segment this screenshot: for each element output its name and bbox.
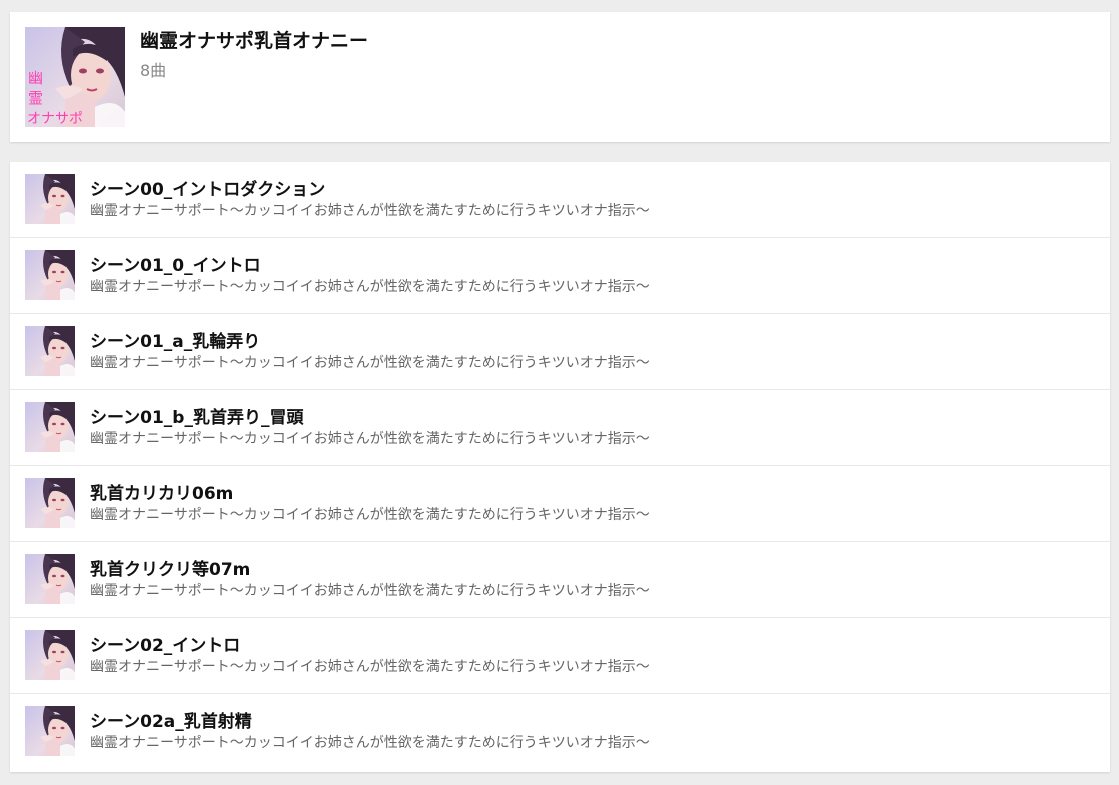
track-row[interactable]: シーン02_イントロ 幽霊オナニーサポート〜カッコイイお姉さんが性欲を満たすため…	[10, 618, 1110, 694]
track-count: 8曲	[140, 61, 167, 80]
track-subtitle: 幽霊オナニーサポート〜カッコイイお姉さんが性欲を満たすために行うキツいオナ指示〜	[90, 431, 650, 447]
track-thumbnail	[25, 250, 75, 300]
svg-text:幽: 幽	[28, 69, 43, 87]
track-subtitle: 幽霊オナニーサポート〜カッコイイお姉さんが性欲を満たすために行うキツいオナ指示〜	[90, 735, 650, 751]
track-thumbnail	[25, 402, 75, 452]
track-thumbnail	[25, 630, 75, 680]
album-header: 幽 霊 オナサポ 幽霊オナサポ乳首オナニー 8曲	[10, 12, 1110, 142]
track-thumbnail	[25, 326, 75, 376]
track-subtitle: 幽霊オナニーサポート〜カッコイイお姉さんが性欲を満たすために行うキツいオナ指示〜	[90, 355, 650, 371]
track-row[interactable]: シーン02a_乳首射精 幽霊オナニーサポート〜カッコイイお姉さんが性欲を満たすた…	[10, 694, 1110, 770]
track-title: 乳首カリカリ06m	[90, 484, 234, 504]
track-subtitle: 幽霊オナニーサポート〜カッコイイお姉さんが性欲を満たすために行うキツいオナ指示〜	[90, 279, 650, 295]
track-row[interactable]: シーン01_b_乳首弄り_冒頭 幽霊オナニーサポート〜カッコイイお姉さんが性欲を…	[10, 390, 1110, 466]
track-row[interactable]: シーン01_a_乳輪弄り 幽霊オナニーサポート〜カッコイイお姉さんが性欲を満たす…	[10, 314, 1110, 390]
track-title: シーン01_b_乳首弄り_冒頭	[90, 408, 304, 428]
svg-text:霊: 霊	[28, 89, 43, 107]
track-title: シーン02_イントロ	[90, 636, 241, 656]
svg-text:オナサポ: オナサポ	[27, 111, 83, 127]
track-title: シーン02a_乳首射精	[90, 712, 252, 732]
track-title: シーン00_イントロダクション	[90, 180, 326, 200]
track-row[interactable]: シーン01_0_イントロ 幽霊オナニーサポート〜カッコイイお姉さんが性欲を満たす…	[10, 238, 1110, 314]
track-thumbnail	[25, 174, 75, 224]
album-title: 幽霊オナサポ乳首オナニー	[140, 30, 369, 52]
track-row[interactable]: 乳首カリカリ06m 幽霊オナニーサポート〜カッコイイお姉さんが性欲を満たすために…	[10, 466, 1110, 542]
track-subtitle: 幽霊オナニーサポート〜カッコイイお姉さんが性欲を満たすために行うキツいオナ指示〜	[90, 203, 650, 219]
track-title: シーン01_a_乳輪弄り	[90, 332, 261, 352]
track-list: シーン00_イントロダクション 幽霊オナニーサポート〜カッコイイお姉さんが性欲を…	[10, 162, 1110, 772]
track-row[interactable]: 乳首クリクリ等07m 幽霊オナニーサポート〜カッコイイお姉さんが性欲を満たすため…	[10, 542, 1110, 618]
album-cover-image[interactable]: 幽 霊 オナサポ	[25, 27, 125, 127]
track-thumbnail	[25, 478, 75, 528]
track-title: 乳首クリクリ等07m	[90, 560, 251, 580]
track-subtitle: 幽霊オナニーサポート〜カッコイイお姉さんが性欲を満たすために行うキツいオナ指示〜	[90, 659, 650, 675]
track-title: シーン01_0_イントロ	[90, 256, 261, 276]
track-thumbnail	[25, 554, 75, 604]
track-subtitle: 幽霊オナニーサポート〜カッコイイお姉さんが性欲を満たすために行うキツいオナ指示〜	[90, 583, 650, 599]
track-thumbnail	[25, 706, 75, 756]
track-subtitle: 幽霊オナニーサポート〜カッコイイお姉さんが性欲を満たすために行うキツいオナ指示〜	[90, 507, 650, 523]
track-row[interactable]: シーン00_イントロダクション 幽霊オナニーサポート〜カッコイイお姉さんが性欲を…	[10, 162, 1110, 238]
